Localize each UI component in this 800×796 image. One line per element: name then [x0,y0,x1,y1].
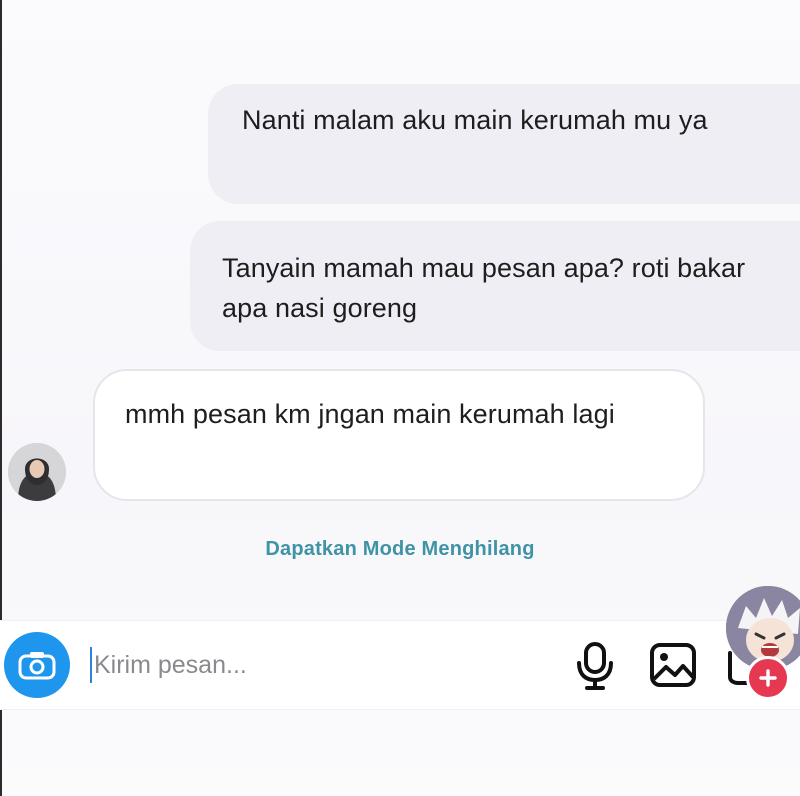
message-text: Tanyain mamah mau pesan apa? roti bakar … [222,253,746,323]
person-icon [8,443,66,501]
vanish-mode-link[interactable]: Dapatkan Mode Menghilang [0,538,800,561]
sender-avatar[interactable] [8,443,66,501]
plus-icon [759,669,777,687]
message-input[interactable] [88,643,514,687]
message-text: mmh pesan km jngan main kerumah lagi [125,399,615,429]
chat-screen: Nanti malam aku main kerumah mu ya Tanya… [0,0,800,796]
message-composer [0,620,800,710]
outgoing-message-bubble[interactable]: Tanyain mamah mau pesan apa? roti bakar … [190,221,800,351]
add-button[interactable] [746,656,790,700]
incoming-message-bubble[interactable]: mmh pesan km jngan main kerumah lagi [93,369,705,501]
microphone-icon [577,642,613,690]
text-caret [90,647,92,683]
message-text: Nanti malam aku main kerumah mu ya [242,105,708,135]
outgoing-message-bubble[interactable]: Nanti malam aku main kerumah mu ya [208,84,800,204]
voice-message-button[interactable] [574,641,616,691]
camera-icon [18,652,56,680]
image-icon [650,643,696,687]
gallery-button[interactable] [648,641,698,689]
camera-button[interactable] [4,632,70,698]
